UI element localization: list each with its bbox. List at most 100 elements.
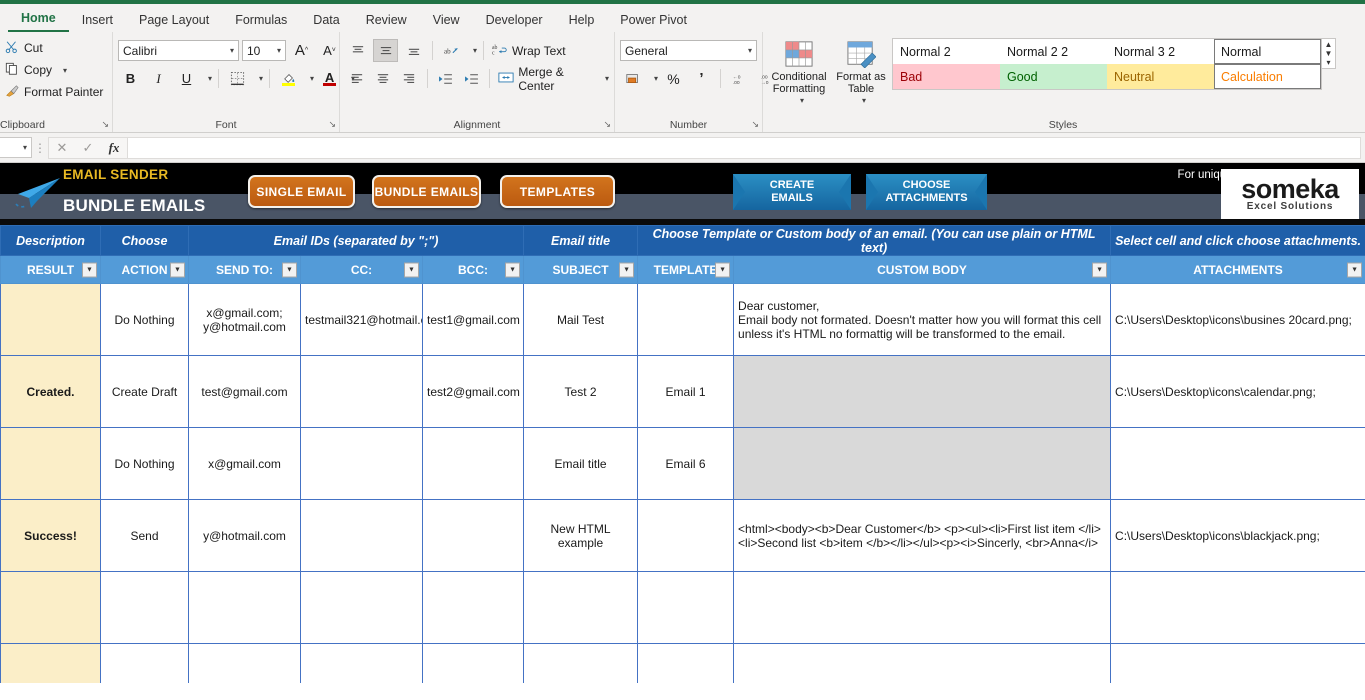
formula-bar-grip[interactable]: ⋮ [32, 141, 48, 155]
column-header-template[interactable]: TEMPLATE▼ [638, 256, 734, 284]
cell-bcc[interactable]: test1@gmail.com [423, 284, 524, 356]
filter-dropdown-icon[interactable]: ▼ [404, 262, 419, 277]
name-box[interactable]: ▾ [0, 137, 32, 158]
chevron-down-icon[interactable]: ▾ [202, 74, 212, 83]
cell-subject[interactable]: New HTML example [524, 500, 638, 572]
cell-bcc[interactable]: test2@gmail.com [423, 356, 524, 428]
cell-cc[interactable] [301, 644, 423, 684]
cell-result[interactable]: Success! [1, 500, 101, 572]
table-row[interactable]: Do Nothingx@gmail.comEmail titleEmail 6 [1, 428, 1365, 500]
column-header-subject[interactable]: SUBJECT▼ [524, 256, 638, 284]
cell-custom-body[interactable] [734, 572, 1111, 644]
style-cell-neutral[interactable]: Neutral [1107, 64, 1214, 89]
scroll-down-icon[interactable]: ▼ [1325, 49, 1333, 58]
styles-gallery-scrollbar[interactable]: ▲ ▼ ▾ [1322, 38, 1336, 69]
chevron-down-icon[interactable]: ▾ [224, 46, 234, 55]
align-middle-button[interactable] [373, 39, 398, 62]
cell-send-to[interactable] [189, 572, 301, 644]
ribbon-tab-review[interactable]: Review [353, 10, 420, 32]
filter-dropdown-icon[interactable]: ▼ [619, 262, 634, 277]
cell-result[interactable] [1, 284, 101, 356]
cell-result[interactable] [1, 428, 101, 500]
chevron-down-icon[interactable]: ▾ [304, 74, 314, 83]
chevron-down-icon[interactable]: ▾ [856, 95, 866, 107]
style-cell-normal-2[interactable]: Normal 2 [893, 39, 1000, 64]
cell-attachments[interactable] [1111, 644, 1365, 684]
ribbon-tab-formulas[interactable]: Formulas [222, 10, 300, 32]
bold-button[interactable]: B [118, 67, 143, 90]
borders-button[interactable] [225, 67, 250, 90]
choose-attachments-button[interactable]: CHOOSE ATTACHMENTS [866, 174, 987, 210]
underline-button[interactable]: U [174, 67, 199, 90]
cell-bcc[interactable] [423, 644, 524, 684]
cell-action[interactable] [101, 572, 189, 644]
cell-subject[interactable] [524, 644, 638, 684]
cell-custom-body[interactable] [734, 356, 1111, 428]
column-header-sendto[interactable]: SEND TO:▼ [189, 256, 301, 284]
filter-dropdown-icon[interactable]: ▼ [1092, 262, 1107, 277]
merge-and-center-button[interactable]: Merge & Center ▾ [496, 65, 609, 93]
chevron-down-icon[interactable]: ▾ [57, 66, 67, 75]
filter-dropdown-icon[interactable]: ▼ [1347, 262, 1362, 277]
increase-decimal-button[interactable]: ←0.00 [727, 67, 752, 90]
scroll-up-icon[interactable]: ▲ [1325, 40, 1333, 49]
font-dialog-launcher[interactable]: ↘ [328, 119, 336, 130]
ribbon-tab-home[interactable]: Home [8, 8, 69, 32]
chevron-down-icon[interactable]: ▾ [648, 74, 658, 83]
cell-action[interactable]: Do Nothing [101, 428, 189, 500]
table-row[interactable]: Created.Create Drafttest@gmail.comtest2@… [1, 356, 1365, 428]
chevron-down-icon[interactable]: ▾ [253, 74, 263, 83]
filter-dropdown-icon[interactable]: ▼ [82, 262, 97, 277]
italic-button[interactable]: I [146, 67, 171, 90]
cell-custom-body[interactable]: Dear customer, Email body not formated. … [734, 284, 1111, 356]
cell-action[interactable]: Send [101, 500, 189, 572]
cell-bcc[interactable] [423, 500, 524, 572]
cell-attachments[interactable]: C:\Users\Desktop\icons\calendar.png; [1111, 356, 1365, 428]
chevron-down-icon[interactable]: ▾ [17, 143, 27, 152]
ribbon-tab-developer[interactable]: Developer [473, 10, 556, 32]
font-size-input[interactable]: 10 ▾ [242, 40, 286, 61]
orientation-button[interactable]: ab [439, 39, 464, 62]
cell-attachments[interactable]: C:\Users\Desktop\icons\busines 20card.pn… [1111, 284, 1365, 356]
copy-button[interactable]: Copy ▾ [5, 59, 107, 81]
cell-cc[interactable] [301, 356, 423, 428]
cell-bcc[interactable] [423, 428, 524, 500]
comma-style-button[interactable]: ’ [689, 67, 714, 90]
chevron-down-icon[interactable]: ▾ [271, 46, 281, 55]
cell-bcc[interactable] [423, 572, 524, 644]
chevron-down-icon[interactable]: ▾ [794, 95, 804, 107]
style-cell-good[interactable]: Good [1000, 64, 1107, 89]
ribbon-tab-data[interactable]: Data [300, 10, 352, 32]
style-cell-normal[interactable]: Normal [1214, 39, 1321, 64]
align-center-button[interactable] [371, 67, 394, 90]
cell-custom-body[interactable] [734, 428, 1111, 500]
enter-formula-button[interactable]: ✓ [75, 138, 101, 158]
format-as-table-button[interactable]: Format as Table ▾ [830, 35, 892, 107]
fill-color-button[interactable] [276, 67, 301, 90]
format-painter-button[interactable]: Format Painter [5, 81, 107, 103]
decrease-font-size-button[interactable]: A˅ [317, 39, 342, 62]
number-dialog-launcher[interactable]: ↘ [751, 119, 759, 130]
chevron-down-icon[interactable]: ▾ [467, 46, 477, 55]
cell-cc[interactable] [301, 500, 423, 572]
create-emails-button[interactable]: CREATE EMAILS [733, 174, 851, 210]
column-header-cc[interactable]: CC:▼ [301, 256, 423, 284]
chevron-down-icon[interactable]: ▾ [742, 46, 752, 55]
font-color-button[interactable]: A [317, 67, 342, 90]
cell-template[interactable]: Email 6 [638, 428, 734, 500]
chevron-down-icon[interactable]: ▾ [599, 74, 609, 83]
cell-attachments[interactable]: C:\Users\Desktop\icons\blackjack.png; [1111, 500, 1365, 572]
column-header-bcc[interactable]: BCC:▼ [423, 256, 524, 284]
style-cell-bad[interactable]: Bad [893, 64, 1000, 89]
style-cell-calculation[interactable]: Calculation [1214, 64, 1321, 89]
table-row[interactable]: Success!Sendy@hotmail.comNew HTML exampl… [1, 500, 1365, 572]
ribbon-tab-power-pivot[interactable]: Power Pivot [607, 10, 700, 32]
cell-result[interactable] [1, 572, 101, 644]
cell-send-to[interactable]: x@gmail.com; y@hotmail.com [189, 284, 301, 356]
filter-dropdown-icon[interactable]: ▼ [282, 262, 297, 277]
decrease-indent-button[interactable] [434, 67, 457, 90]
number-format-select[interactable]: General ▾ [620, 40, 757, 61]
cell-subject[interactable] [524, 572, 638, 644]
cell-send-to[interactable]: test@gmail.com [189, 356, 301, 428]
table-row[interactable]: Do Nothingx@gmail.com; y@hotmail.comtest… [1, 284, 1365, 356]
